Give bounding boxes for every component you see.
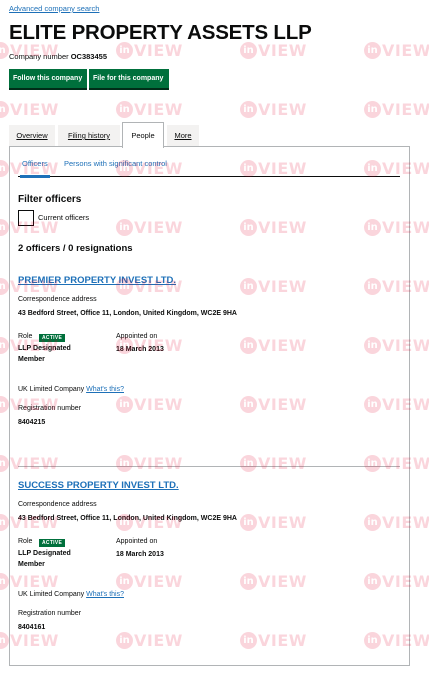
inview-logo-icon: in: [0, 396, 9, 413]
role-label: Role: [18, 538, 33, 545]
current-officers-label[interactable]: Current officers: [38, 213, 89, 222]
inview-logo-icon: in: [0, 42, 9, 59]
people-panel: Officers Persons with significant contro…: [9, 146, 410, 666]
inview-watermark: inVIEW: [240, 99, 307, 119]
officer-name-link[interactable]: PREMIER PROPERTY INVEST LTD.: [18, 275, 176, 286]
officer-type: UK Limited Company What's this?: [18, 386, 124, 393]
inview-logo-icon: in: [0, 514, 9, 531]
company-number: Company number OC383455: [9, 52, 107, 61]
filter-officers-heading: Filter officers: [18, 194, 82, 205]
company-number-value: OC383455: [70, 52, 107, 61]
inview-logo-icon: in: [0, 219, 9, 236]
current-officers-checkbox[interactable]: [18, 210, 34, 226]
subtab-persons-significant-control[interactable]: Persons with significant control: [64, 159, 167, 168]
inview-watermark-word: VIEW: [382, 41, 429, 60]
inview-logo-icon: in: [0, 278, 9, 295]
inview-watermark: inVIEW: [0, 99, 59, 119]
breadcrumb-advanced-search[interactable]: Advanced company search: [9, 4, 99, 13]
inview-logo-icon: in: [116, 101, 133, 118]
correspondence-address-value: 43 Bedford Street, Office 11, London, Un…: [18, 310, 237, 317]
inview-logo-icon: in: [364, 101, 381, 118]
inview-watermark: inVIEW: [364, 99, 429, 119]
officers-summary: 2 officers / 0 resignations: [18, 243, 133, 254]
inview-logo-icon: in: [240, 101, 257, 118]
whats-this-link[interactable]: What's this?: [86, 591, 124, 598]
officer-type-value: UK Limited Company: [18, 386, 85, 393]
tab-filing-history[interactable]: Filing history: [58, 125, 120, 147]
inview-logo-icon: in: [0, 337, 9, 354]
correspondence-address-value: 43 Bedford Street, Office 11, London, Un…: [18, 515, 237, 522]
inview-logo-icon: in: [0, 455, 9, 472]
correspondence-address-label: Correspondence address: [18, 296, 97, 303]
tab-overview[interactable]: Overview: [9, 125, 55, 147]
registration-number-label: Registration number: [18, 405, 82, 412]
inview-logo-icon: in: [0, 573, 9, 590]
registration-number-value: 8404161: [18, 624, 46, 631]
officer-type-value: UK Limited Company: [18, 591, 85, 598]
subtab-officers[interactable]: Officers: [20, 159, 50, 178]
role-value: LLP Designated Member: [18, 345, 71, 363]
inview-watermark-word: VIEW: [382, 100, 429, 119]
people-subtabs: Officers Persons with significant contro…: [18, 157, 400, 178]
inview-watermark-word: VIEW: [10, 100, 59, 119]
status-badge: ACTIVE: [39, 334, 66, 342]
officer-name-link[interactable]: SUCCESS PROPERTY INVEST LTD.: [18, 480, 179, 491]
officer-divider: [18, 466, 400, 467]
correspondence-address-label: Correspondence address: [18, 501, 97, 508]
inview-logo-icon: in: [0, 632, 9, 649]
inview-logo-icon: in: [364, 42, 381, 59]
inview-watermark-word: VIEW: [134, 100, 183, 119]
tab-more[interactable]: More: [167, 125, 199, 147]
follow-company-button[interactable]: Follow this company: [9, 69, 87, 88]
inview-watermark-word: VIEW: [258, 100, 307, 119]
inview-watermark: inVIEW: [116, 99, 183, 119]
status-badge: ACTIVE: [39, 539, 66, 547]
registration-number-value: 8404215: [18, 419, 46, 426]
inview-logo-icon: in: [0, 160, 9, 177]
registration-number-label: Registration number: [18, 610, 82, 617]
inview-watermark: inVIEW: [364, 40, 429, 60]
role-value: LLP Designated Member: [18, 550, 71, 568]
appointed-on-label: Appointed on: [116, 538, 158, 545]
company-number-label: Company number: [9, 52, 69, 61]
appointed-on-label: Appointed on: [116, 333, 158, 340]
appointed-on-value: 18 March 2013: [116, 551, 164, 558]
whats-this-link[interactable]: What's this?: [86, 386, 124, 393]
officer-type: UK Limited Company What's this?: [18, 591, 124, 598]
file-for-company-button[interactable]: File for this company: [89, 69, 169, 88]
company-name-heading: ELITE PROPERTY ASSETS LLP: [9, 21, 312, 44]
appointed-on-value: 18 March 2013: [116, 346, 164, 353]
role-label: Role: [18, 333, 33, 340]
inview-logo-icon: in: [0, 101, 9, 118]
tab-people[interactable]: People: [122, 122, 164, 148]
